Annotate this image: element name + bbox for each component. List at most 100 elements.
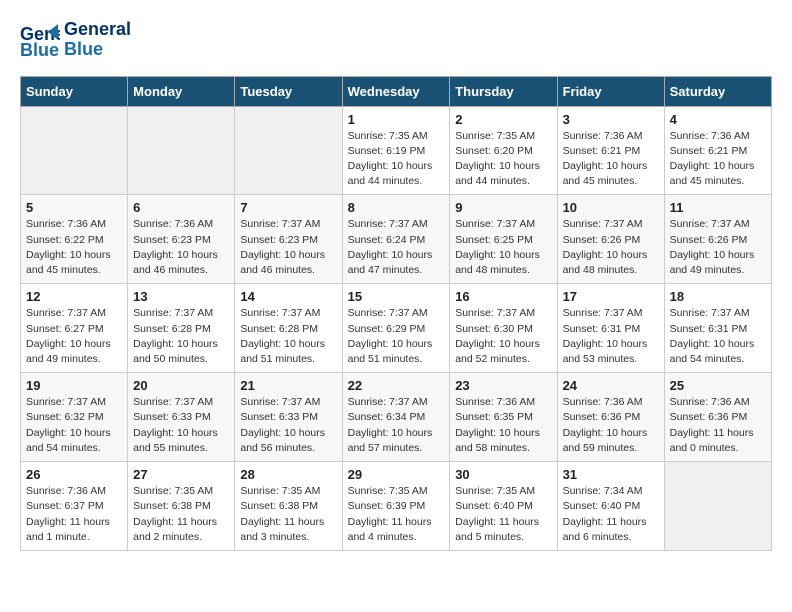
day-info: Sunrise: 7:36 AM Sunset: 6:21 PM Dayligh… [563, 129, 659, 190]
day-number: 5 [26, 200, 122, 215]
day-info: Sunrise: 7:36 AM Sunset: 6:37 PM Dayligh… [26, 484, 122, 545]
day-cell: 21Sunrise: 7:37 AM Sunset: 6:33 PM Dayli… [235, 373, 342, 462]
day-info: Sunrise: 7:37 AM Sunset: 6:31 PM Dayligh… [563, 306, 659, 367]
day-number: 15 [348, 289, 445, 304]
day-number: 16 [455, 289, 551, 304]
day-info: Sunrise: 7:36 AM Sunset: 6:23 PM Dayligh… [133, 217, 229, 278]
day-cell: 27 Sunrise: 7:35 AM Sunset: 6:38 PM Dayli… [128, 462, 235, 551]
day-cell: 11 Sunrise: 7:37 AM Sunset: 6:26 PM Dayli… [664, 195, 771, 284]
day-number: 28 [240, 467, 336, 482]
day-cell: 30 Sunrise: 7:35 AM Sunset: 6:40 PM Dayli… [450, 462, 557, 551]
day-cell: 26 Sunrise: 7:36 AM Sunset: 6:37 PM Dayli… [21, 462, 128, 551]
day-info: Sunrise: 7:35 AM Sunset: 6:38 PM Dayligh… [240, 484, 336, 545]
day-number: 25 [670, 378, 766, 393]
day-info: Sunrise: 7:37 AM Sunset: 6:28 PM Dayligh… [133, 306, 229, 367]
day-cell: 8 Sunrise: 7:37 AM Sunset: 6:24 PM Daylig… [342, 195, 450, 284]
day-number: 22 [348, 378, 445, 393]
day-number: 18 [670, 289, 766, 304]
logo: General Blue General Blue [20, 20, 131, 60]
day-number: 2 [455, 112, 551, 127]
weekday-header-row: SundayMondayTuesdayWednesdayThursdayFrid… [21, 76, 772, 106]
day-cell: 24Sunrise: 7:36 AM Sunset: 6:36 PM Dayli… [557, 373, 664, 462]
day-number: 11 [670, 200, 766, 215]
day-info: Sunrise: 7:37 AM Sunset: 6:24 PM Dayligh… [348, 217, 445, 278]
weekday-header-thursday: Thursday [450, 76, 557, 106]
day-info: Sunrise: 7:37 AM Sunset: 6:26 PM Dayligh… [563, 217, 659, 278]
day-info: Sunrise: 7:37 AM Sunset: 6:26 PM Dayligh… [670, 217, 766, 278]
day-info: Sunrise: 7:35 AM Sunset: 6:39 PM Dayligh… [348, 484, 445, 545]
week-row-5: 26 Sunrise: 7:36 AM Sunset: 6:37 PM Dayli… [21, 462, 772, 551]
weekday-header-sunday: Sunday [21, 76, 128, 106]
day-cell: 16 Sunrise: 7:37 AM Sunset: 6:30 PM Dayli… [450, 284, 557, 373]
day-number: 13 [133, 289, 229, 304]
day-number: 31 [563, 467, 659, 482]
week-row-1: 1 Sunrise: 7:35 AM Sunset: 6:19 PM Daylig… [21, 106, 772, 195]
day-cell: 2 Sunrise: 7:35 AM Sunset: 6:20 PM Daylig… [450, 106, 557, 195]
day-cell: 17 Sunrise: 7:37 AM Sunset: 6:31 PM Dayli… [557, 284, 664, 373]
day-cell: 29 Sunrise: 7:35 AM Sunset: 6:39 PM Dayli… [342, 462, 450, 551]
day-cell: 15Sunrise: 7:37 AM Sunset: 6:29 PM Dayli… [342, 284, 450, 373]
logo-blue: Blue [64, 40, 131, 60]
day-cell [21, 106, 128, 195]
day-number: 9 [455, 200, 551, 215]
day-cell: 20Sunrise: 7:37 AM Sunset: 6:33 PM Dayli… [128, 373, 235, 462]
day-info: Sunrise: 7:35 AM Sunset: 6:40 PM Dayligh… [455, 484, 551, 545]
day-info: Sunrise: 7:36 AM Sunset: 6:36 PM Dayligh… [670, 395, 766, 456]
day-number: 1 [348, 112, 445, 127]
day-info: Sunrise: 7:35 AM Sunset: 6:20 PM Dayligh… [455, 129, 551, 190]
day-number: 17 [563, 289, 659, 304]
day-cell: 22 Sunrise: 7:37 AM Sunset: 6:34 PM Dayli… [342, 373, 450, 462]
day-info: Sunrise: 7:36 AM Sunset: 6:36 PM Dayligh… [563, 395, 659, 456]
day-info: Sunrise: 7:35 AM Sunset: 6:19 PM Dayligh… [348, 129, 445, 190]
header: General Blue General Blue [20, 20, 772, 60]
day-number: 19 [26, 378, 122, 393]
day-number: 27 [133, 467, 229, 482]
day-number: 4 [670, 112, 766, 127]
day-number: 26 [26, 467, 122, 482]
day-number: 29 [348, 467, 445, 482]
week-row-4: 19 Sunrise: 7:37 AM Sunset: 6:32 PM Dayli… [21, 373, 772, 462]
day-cell: 10 Sunrise: 7:37 AM Sunset: 6:26 PM Dayli… [557, 195, 664, 284]
day-number: 30 [455, 467, 551, 482]
day-info: Sunrise: 7:37 AM Sunset: 6:28 PM Dayligh… [240, 306, 336, 367]
day-info: Sunrise: 7:37 AM Sunset: 6:34 PM Dayligh… [348, 395, 445, 456]
day-info: Sunrise: 7:37 AM Sunset: 6:27 PM Dayligh… [26, 306, 122, 367]
day-info: Sunrise: 7:37 AM Sunset: 6:33 PM Dayligh… [240, 395, 336, 456]
day-number: 23 [455, 378, 551, 393]
day-info: Sunrise: 7:36 AM Sunset: 6:35 PM Dayligh… [455, 395, 551, 456]
day-number: 8 [348, 200, 445, 215]
day-info: Sunrise: 7:36 AM Sunset: 6:22 PM Dayligh… [26, 217, 122, 278]
day-cell [235, 106, 342, 195]
week-row-2: 5 Sunrise: 7:36 AM Sunset: 6:22 PM Daylig… [21, 195, 772, 284]
day-number: 10 [563, 200, 659, 215]
day-cell: 31 Sunrise: 7:34 AM Sunset: 6:40 PM Dayli… [557, 462, 664, 551]
day-info: Sunrise: 7:34 AM Sunset: 6:40 PM Dayligh… [563, 484, 659, 545]
day-cell: 3Sunrise: 7:36 AM Sunset: 6:21 PM Daylig… [557, 106, 664, 195]
day-number: 12 [26, 289, 122, 304]
day-number: 6 [133, 200, 229, 215]
day-info: Sunrise: 7:36 AM Sunset: 6:21 PM Dayligh… [670, 129, 766, 190]
day-cell: 14 Sunrise: 7:37 AM Sunset: 6:28 PM Dayli… [235, 284, 342, 373]
day-info: Sunrise: 7:37 AM Sunset: 6:31 PM Dayligh… [670, 306, 766, 367]
weekday-header-friday: Friday [557, 76, 664, 106]
day-number: 14 [240, 289, 336, 304]
day-info: Sunrise: 7:37 AM Sunset: 6:30 PM Dayligh… [455, 306, 551, 367]
weekday-header-saturday: Saturday [664, 76, 771, 106]
calendar: SundayMondayTuesdayWednesdayThursdayFrid… [20, 76, 772, 551]
day-info: Sunrise: 7:37 AM Sunset: 6:32 PM Dayligh… [26, 395, 122, 456]
day-info: Sunrise: 7:37 AM Sunset: 6:25 PM Dayligh… [455, 217, 551, 278]
weekday-header-wednesday: Wednesday [342, 76, 450, 106]
day-number: 20 [133, 378, 229, 393]
logo-icon: General Blue [20, 22, 60, 58]
day-cell: 1 Sunrise: 7:35 AM Sunset: 6:19 PM Daylig… [342, 106, 450, 195]
day-cell: 6 Sunrise: 7:36 AM Sunset: 6:23 PM Daylig… [128, 195, 235, 284]
day-cell: 25 Sunrise: 7:36 AM Sunset: 6:36 PM Dayli… [664, 373, 771, 462]
day-info: Sunrise: 7:35 AM Sunset: 6:38 PM Dayligh… [133, 484, 229, 545]
day-number: 7 [240, 200, 336, 215]
day-cell: 23 Sunrise: 7:36 AM Sunset: 6:35 PM Dayli… [450, 373, 557, 462]
logo-general: General [64, 20, 131, 40]
weekday-header-tuesday: Tuesday [235, 76, 342, 106]
day-cell: 28 Sunrise: 7:35 AM Sunset: 6:38 PM Dayli… [235, 462, 342, 551]
day-cell: 19 Sunrise: 7:37 AM Sunset: 6:32 PM Dayli… [21, 373, 128, 462]
day-cell: 13 Sunrise: 7:37 AM Sunset: 6:28 PM Dayli… [128, 284, 235, 373]
